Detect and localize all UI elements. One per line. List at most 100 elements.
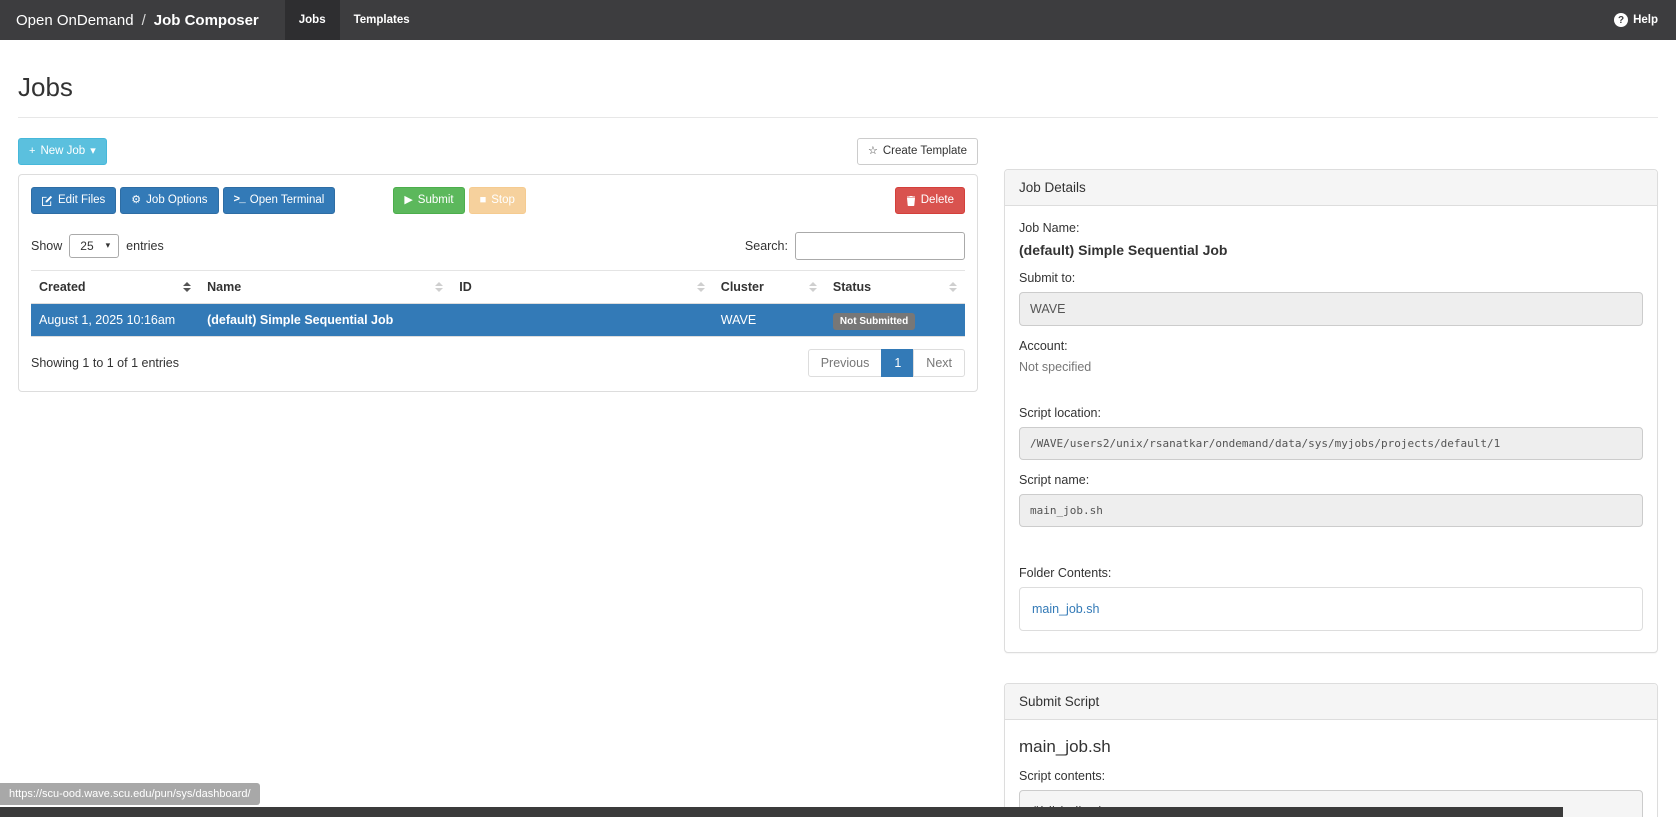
job-name-label: Job Name: bbox=[1019, 221, 1643, 235]
breadcrumb-separator: / bbox=[142, 12, 146, 29]
select-caret-icon: ▾ bbox=[106, 240, 111, 251]
status-badge: Not Submitted bbox=[833, 313, 915, 330]
col-header-name[interactable]: Name bbox=[199, 270, 451, 303]
script-location-field: /WAVE/users2/unix/rsanatkar/ondemand/dat… bbox=[1019, 427, 1643, 460]
terminal-icon: >_ bbox=[234, 195, 245, 206]
new-job-label: New Job bbox=[40, 144, 85, 159]
name-header-label: Name bbox=[207, 280, 241, 294]
job-status-cell: Not Submitted bbox=[825, 303, 965, 336]
breadcrumb: Open OnDemand / Job Composer bbox=[0, 0, 275, 40]
submit-script-header: Submit Script bbox=[1005, 684, 1657, 720]
open-terminal-label: Open Terminal bbox=[250, 193, 325, 208]
pagination-next[interactable]: Next bbox=[913, 349, 965, 377]
tab-jobs[interactable]: Jobs bbox=[285, 0, 340, 40]
folder-contents-label: Folder Contents: bbox=[1019, 566, 1643, 580]
create-template-button[interactable]: ☆ Create Template bbox=[857, 138, 978, 165]
script-name-label: Script name: bbox=[1019, 473, 1643, 487]
submit-to-field: WAVE bbox=[1019, 292, 1643, 326]
table-info: Showing 1 to 1 of 1 entries bbox=[31, 356, 179, 370]
spacer bbox=[1019, 540, 1643, 566]
edit-files-button[interactable]: Edit Files bbox=[31, 187, 116, 214]
folder-file-link[interactable]: main_job.sh bbox=[1032, 602, 1099, 616]
pagination-page-1[interactable]: 1 bbox=[881, 349, 914, 377]
col-header-id[interactable]: ID bbox=[451, 270, 713, 303]
create-template-label: Create Template bbox=[883, 144, 967, 159]
stop-icon: ■ bbox=[480, 195, 487, 206]
question-circle-icon: ? bbox=[1614, 13, 1628, 27]
delete-button[interactable]: Delete bbox=[895, 187, 965, 214]
cluster-header-label: Cluster bbox=[721, 280, 764, 294]
col-header-cluster[interactable]: Cluster bbox=[713, 270, 825, 303]
folder-contents-box: main_job.sh bbox=[1019, 587, 1643, 631]
jobs-column: + New Job ▾ ☆ Create Template bbox=[18, 138, 978, 392]
sort-icon bbox=[809, 282, 817, 292]
stop-button[interactable]: ■ Stop bbox=[469, 187, 526, 214]
script-contents-label: Script contents: bbox=[1019, 769, 1643, 783]
job-created-cell: August 1, 2025 10:16am bbox=[31, 303, 199, 336]
entries-label: entries bbox=[126, 239, 164, 253]
page-length-value: 25 bbox=[80, 239, 93, 253]
submit-button[interactable]: ▶ Submit bbox=[393, 187, 464, 214]
top-navbar: Open OnDemand / Job Composer Jobs Templa… bbox=[0, 0, 1676, 40]
edit-files-label: Edit Files bbox=[58, 193, 105, 208]
brand-link[interactable]: Open OnDemand bbox=[16, 12, 134, 29]
job-details-header: Job Details bbox=[1005, 170, 1657, 206]
account-label: Account: bbox=[1019, 339, 1643, 353]
script-location-label: Script location: bbox=[1019, 406, 1643, 420]
star-icon: ☆ bbox=[868, 146, 878, 157]
jobs-table-panel: Edit Files ⚙ Job Options >_ Open Termina… bbox=[18, 174, 978, 392]
play-icon: ▶ bbox=[404, 195, 412, 206]
gear-icon: ⚙ bbox=[131, 195, 141, 206]
page-title: Jobs bbox=[18, 72, 1658, 103]
job-details-panel: Job Details Job Name: (default) Simple S… bbox=[1004, 169, 1658, 653]
title-divider bbox=[18, 117, 1658, 118]
job-cluster-cell: WAVE bbox=[713, 303, 825, 336]
open-terminal-button[interactable]: >_ Open Terminal bbox=[223, 187, 336, 214]
jobs-table: Created Name ID Cluster Status August 1,… bbox=[31, 270, 965, 337]
stop-label: Stop bbox=[491, 193, 515, 208]
created-header-label: Created bbox=[39, 280, 86, 294]
trash-icon bbox=[906, 195, 916, 206]
script-name-field: main_job.sh bbox=[1019, 494, 1643, 527]
page-content: Jobs + New Job ▾ ☆ Create Template bbox=[0, 72, 1676, 817]
col-header-created[interactable]: Created bbox=[31, 270, 199, 303]
caret-down-icon: ▾ bbox=[90, 146, 96, 157]
submit-label: Submit bbox=[418, 193, 454, 208]
plus-icon: + bbox=[29, 146, 35, 157]
sort-icon bbox=[435, 282, 443, 292]
table-header-row: Created Name ID Cluster Status bbox=[31, 270, 965, 303]
help-label: Help bbox=[1633, 14, 1658, 26]
pagination: Previous 1 Next bbox=[808, 349, 965, 377]
id-header-label: ID bbox=[459, 280, 472, 294]
tab-templates[interactable]: Templates bbox=[340, 0, 424, 40]
job-options-label: Job Options bbox=[146, 193, 207, 208]
job-name-value: (default) Simple Sequential Job bbox=[1019, 242, 1643, 258]
sort-icon bbox=[183, 282, 191, 292]
edit-icon bbox=[42, 195, 53, 206]
sort-icon bbox=[949, 282, 957, 292]
status-bar-url: https://scu-ood.wave.scu.edu/pun/sys/das… bbox=[0, 783, 260, 805]
status-header-label: Status bbox=[833, 280, 871, 294]
job-id-cell bbox=[451, 303, 713, 336]
job-name-cell: (default) Simple Sequential Job bbox=[199, 303, 451, 336]
show-label: Show bbox=[31, 239, 62, 253]
window-bottom-edge bbox=[0, 807, 1563, 817]
sort-icon bbox=[697, 282, 705, 292]
job-row-selected[interactable]: August 1, 2025 10:16am (default) Simple … bbox=[31, 303, 965, 336]
col-header-status[interactable]: Status bbox=[825, 270, 965, 303]
submit-script-panel: Submit Script main_job.sh Script content… bbox=[1004, 683, 1658, 817]
search-label: Search: bbox=[745, 239, 788, 253]
job-options-button[interactable]: ⚙ Job Options bbox=[120, 187, 218, 214]
search-input[interactable] bbox=[795, 232, 965, 260]
submit-to-label: Submit to: bbox=[1019, 271, 1643, 285]
details-column: Job Details Job Name: (default) Simple S… bbox=[1004, 138, 1658, 817]
navbar-right: ? Help bbox=[1614, 0, 1676, 40]
script-file-name: main_job.sh bbox=[1019, 737, 1643, 757]
new-job-button[interactable]: + New Job ▾ bbox=[18, 138, 107, 165]
app-title[interactable]: Job Composer bbox=[154, 12, 259, 29]
account-value: Not specified bbox=[1019, 360, 1643, 374]
spacer bbox=[1019, 380, 1643, 406]
help-link[interactable]: ? Help bbox=[1614, 13, 1658, 27]
page-length-select[interactable]: 25 ▾ bbox=[69, 234, 119, 258]
pagination-previous[interactable]: Previous bbox=[808, 349, 883, 377]
